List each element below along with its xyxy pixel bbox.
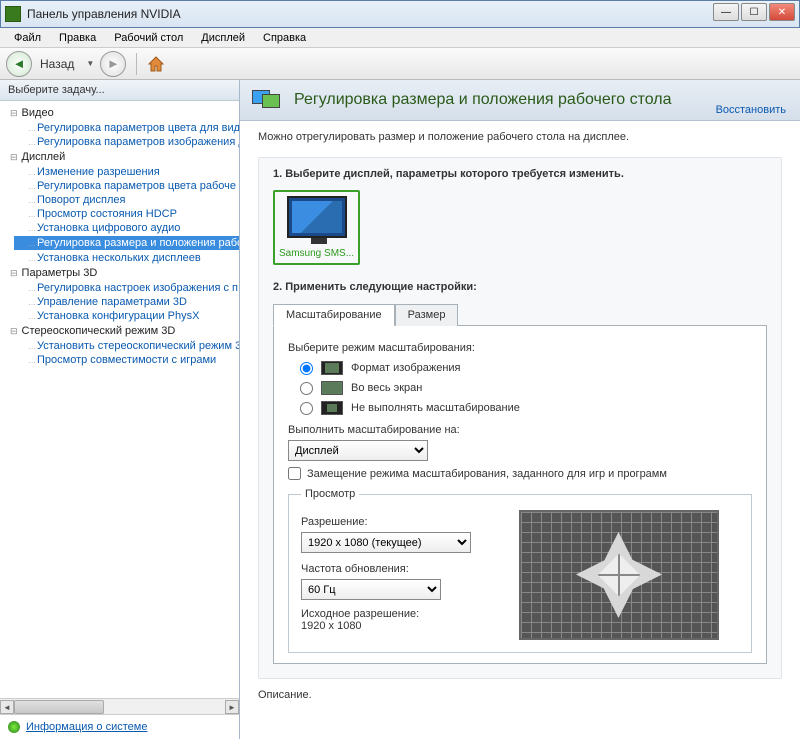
- tree-item[interactable]: Установка нескольких дисплеев: [14, 252, 201, 264]
- tab-body-scaling: Выберите режим масштабирования: Формат и…: [273, 326, 767, 664]
- override-checkbox[interactable]: [288, 467, 301, 480]
- tree-item[interactable]: Управление параметрами 3D: [14, 296, 187, 308]
- tab-size[interactable]: Размер: [395, 304, 459, 326]
- close-button[interactable]: ✕: [769, 3, 795, 21]
- tree-cat-video[interactable]: Видео: [0, 105, 239, 121]
- settings-box: 1. Выберите дисплей, параметры которого …: [258, 157, 782, 679]
- preview-legend: Просмотр: [301, 488, 359, 500]
- override-label: Замещение режима масштабирования, заданн…: [307, 468, 667, 480]
- tree-cat-stereo[interactable]: Стереоскопический режим 3D: [0, 323, 239, 339]
- tree-item[interactable]: Просмотр совместимости с играми: [14, 354, 216, 366]
- section1-title: 1. Выберите дисплей, параметры которого …: [273, 168, 767, 180]
- native-res-label: Исходное разрешение:: [301, 608, 481, 620]
- sidebar-hscrollbar[interactable]: ◄ ►: [0, 698, 239, 714]
- menubar: Файл Правка Рабочий стол Дисплей Справка: [0, 28, 800, 48]
- radio-fullscreen-label: Во весь экран: [351, 382, 422, 394]
- native-res-value: 1920 x 1080: [301, 620, 481, 632]
- sidebar: Выберите задачу... Видео Регулировка пар…: [0, 80, 240, 739]
- tree-item[interactable]: Изменение разрешения: [14, 166, 160, 178]
- back-button[interactable]: ◄: [6, 51, 32, 77]
- tree-item[interactable]: Регулировка параметров цвета рабоче: [14, 180, 236, 192]
- fullscreen-icon: [321, 381, 343, 395]
- titlebar: Панель управления NVIDIA — ☐ ✕: [0, 0, 800, 28]
- scroll-left-icon[interactable]: ◄: [0, 700, 14, 714]
- tree-item[interactable]: Поворот дисплея: [14, 194, 125, 206]
- sidebar-header: Выберите задачу...: [0, 80, 239, 101]
- task-tree: Видео Регулировка параметров цвета для в…: [0, 101, 239, 698]
- monitor-icon: [287, 196, 347, 238]
- tree-item[interactable]: Регулировка параметров изображения д: [14, 136, 239, 148]
- tabs: Масштабирование Размер: [273, 303, 767, 326]
- system-info-link[interactable]: Информация о системе: [26, 721, 147, 733]
- resolution-select[interactable]: 1920 x 1080 (текущее): [301, 532, 471, 553]
- tree-item[interactable]: Установка конфигурации PhysX: [14, 310, 199, 322]
- perform-on-label: Выполнить масштабирование на:: [288, 424, 752, 436]
- maximize-button[interactable]: ☐: [741, 3, 767, 21]
- minimize-button[interactable]: —: [713, 3, 739, 21]
- page-title: Регулировка размера и положения рабочего…: [294, 91, 672, 109]
- toolbar-divider: [136, 53, 137, 75]
- section2-title: 2. Применить следующие настройки:: [273, 281, 767, 293]
- tree-item-selected[interactable]: Регулировка размера и положения рабо: [14, 236, 239, 250]
- radio-noscale-input[interactable]: [300, 402, 313, 415]
- tree-item[interactable]: Регулировка параметров цвета для вид: [14, 122, 239, 134]
- radio-noscale-label: Не выполнять масштабирование: [351, 402, 520, 414]
- tree-item[interactable]: Просмотр состояния HDCP: [14, 208, 177, 220]
- radio-aspect-label: Формат изображения: [351, 362, 461, 374]
- back-dropdown-icon[interactable]: ▼: [86, 59, 94, 68]
- tree-cat-display[interactable]: Дисплей: [0, 149, 239, 165]
- display-name-label: Samsung SMS...: [279, 248, 354, 259]
- scroll-right-icon[interactable]: ►: [225, 700, 239, 714]
- test-pattern-preview: [519, 510, 719, 640]
- tree-item[interactable]: Регулировка настроек изображения с п: [14, 282, 238, 294]
- system-info-link-row: Информация о системе: [0, 714, 239, 739]
- radio-aspect-input[interactable]: [300, 362, 313, 375]
- resolution-label: Разрешение:: [301, 516, 481, 528]
- restore-defaults-link[interactable]: Восстановить: [716, 104, 786, 116]
- radio-fullscreen-input[interactable]: [300, 382, 313, 395]
- main-panel: Регулировка размера и положения рабочего…: [240, 80, 800, 739]
- home-icon[interactable]: [147, 55, 165, 73]
- refresh-label: Частота обновления:: [301, 563, 481, 575]
- aspect-icon: [321, 361, 343, 375]
- menu-help[interactable]: Справка: [255, 30, 314, 46]
- nvidia-orb-icon: [8, 721, 20, 733]
- page-content: Можно отрегулировать размер и положение …: [240, 121, 800, 739]
- tree-cat-3d[interactable]: Параметры 3D: [0, 265, 239, 281]
- tree-item[interactable]: Установка цифрового аудио: [14, 222, 180, 234]
- page-header: Регулировка размера и положения рабочего…: [240, 80, 800, 121]
- display-thumbnail[interactable]: Samsung SMS...: [273, 190, 360, 265]
- tree-item[interactable]: Установить стереоскопический режим 3: [14, 340, 239, 352]
- intro-text: Можно отрегулировать размер и положение …: [258, 131, 782, 143]
- menu-display[interactable]: Дисплей: [193, 30, 253, 46]
- override-checkbox-row[interactable]: Замещение режима масштабирования, заданн…: [288, 467, 752, 480]
- scale-mode-label: Выберите режим масштабирования:: [288, 342, 752, 354]
- page-header-icon: [252, 88, 284, 112]
- forward-button[interactable]: ►: [100, 51, 126, 77]
- preview-fieldset: Просмотр Разрешение: 1920 x 1080 (текуще…: [288, 488, 752, 653]
- window-title: Панель управления NVIDIA: [27, 7, 181, 21]
- nav-toolbar: ◄ Назад ▼ ►: [0, 48, 800, 80]
- back-label[interactable]: Назад: [38, 53, 84, 75]
- app-icon: [5, 6, 21, 22]
- radio-aspect[interactable]: Формат изображения: [288, 358, 752, 378]
- perform-on-select[interactable]: Дисплей: [288, 440, 428, 461]
- noscale-icon: [321, 401, 343, 415]
- refresh-select[interactable]: 60 Гц: [301, 579, 441, 600]
- menu-edit[interactable]: Правка: [51, 30, 104, 46]
- tab-scaling[interactable]: Масштабирование: [273, 304, 395, 326]
- description-label: Описание.: [258, 689, 782, 701]
- menu-desktop[interactable]: Рабочий стол: [106, 30, 191, 46]
- menu-file[interactable]: Файл: [6, 30, 49, 46]
- scroll-thumb[interactable]: [14, 700, 104, 714]
- radio-fullscreen[interactable]: Во весь экран: [288, 378, 752, 398]
- radio-noscale[interactable]: Не выполнять масштабирование: [288, 398, 752, 418]
